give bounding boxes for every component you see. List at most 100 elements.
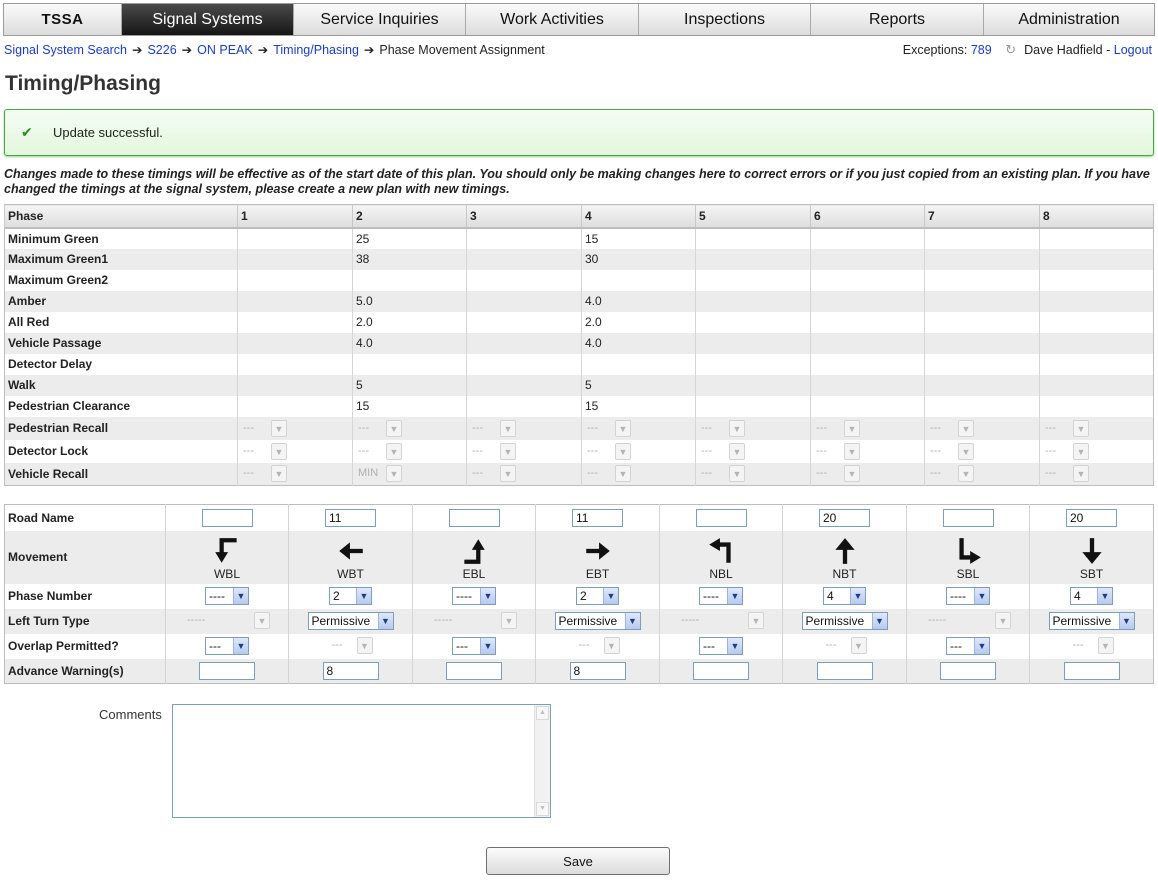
logout-link[interactable]: Logout [1114,43,1152,57]
breadcrumb-on-peak[interactable]: ON PEAK [197,43,253,57]
left-turn-type-select[interactable]: Permissive ▼ [554,612,641,630]
left-turn-type-cell: ----- ▼ [165,608,289,634]
left-turn-type-select-disabled-value: ----- [928,614,947,626]
nav-tab-inspections[interactable]: Inspections [638,4,810,35]
breadcrumb-s226[interactable]: S226 [147,43,176,57]
breadcrumb-timing-phasing[interactable]: Timing/Phasing [273,43,359,57]
overlap-permitted-select[interactable]: --- ▼ [205,637,249,655]
movement-code: SBL [956,566,980,581]
overlap-permitted-select-value: --- [456,639,468,653]
timing-row-label: Vehicle Recall [4,462,238,486]
timing-row-label: Detector Lock [8,444,89,458]
left-turn-type-cell: ----- ▼ [906,608,1030,634]
left-turn-type-cell: ----- ▼ [659,608,783,634]
nav-tab-reports[interactable]: Reports [810,4,983,35]
overlap-permitted-row: Overlap Permitted? --- ▼ --- ▼ --- ▼ --- ▼ --- ▼ --… [5,633,1154,659]
road-name-input[interactable]: 20 [819,508,870,527]
advance-warning-input[interactable] [693,661,749,680]
movement-cell: NBL [659,530,783,584]
road-name-input[interactable] [448,508,500,527]
movement-cell: EBT [535,530,660,584]
phase-number-select[interactable]: 2 ▼ [329,587,372,605]
road-name-input[interactable] [942,508,994,527]
left-turn-type-select-disabled-value: ----- [681,614,700,626]
comments-scrollbar[interactable]: ▲ ▼ [534,705,550,817]
phase-number-select[interactable]: 4 ▼ [1070,587,1113,605]
nav-tab-service-inquiries[interactable]: Service Inquiries [293,4,465,35]
advance-warning-input[interactable] [816,661,873,680]
overlap-permitted-select-disabled: --- ▼ [1070,637,1114,655]
timing-value [466,353,582,375]
overlap-permitted-select[interactable]: --- ▼ [946,637,990,655]
timing-value [237,353,353,375]
advance-warning-input[interactable] [1063,661,1120,680]
advance-warning-input[interactable] [446,661,502,680]
scroll-up-icon[interactable]: ▲ [536,706,549,720]
road-name-input[interactable] [201,508,253,527]
exceptions-label: Exceptions: [902,43,968,57]
breadcrumb-arrow-icon: ➔ [131,43,143,57]
success-message: ✔ Update successful. [4,109,1154,156]
chevron-down-icon: ▼ [729,442,745,460]
road-name-input[interactable]: 11 [572,508,623,527]
timing-value: 4.0 [352,332,467,354]
timing-value [924,374,1040,396]
comments-label: Comments [99,707,162,722]
movement-label: Movement [4,530,166,584]
timing-value [237,311,353,333]
left-turn-type-select[interactable]: Permissive ▼ [1048,612,1135,630]
overlap-permitted-select[interactable]: --- ▼ [452,637,496,655]
road-name-input[interactable] [695,508,747,527]
phase-number-cell: ---- ▼ [165,583,289,609]
nav-tab-signal-systems[interactable]: Signal Systems [121,4,293,35]
breadcrumb-signal-system-search[interactable]: Signal System Search [4,43,127,57]
road-name-input[interactable]: 20 [1066,508,1117,527]
refresh-icon[interactable]: ↻ [1005,42,1016,58]
chevron-down-icon: ▼ [603,588,618,604]
nav-tab-work-activities[interactable]: Work Activities [465,4,638,35]
left-turn-type-cell: Permissive ▼ [782,608,907,634]
timing-value [237,395,353,417]
phase-number-select[interactable]: 2 ▼ [576,587,619,605]
left-turn-type-select[interactable]: Permissive ▼ [801,612,888,630]
timing-value [237,374,353,396]
comments-textarea[interactable]: ▲ ▼ [172,704,551,818]
user-name: Dave Hadfield [1024,43,1103,57]
timing-value [237,332,353,354]
disabled-select: --- ▼ [699,442,745,460]
advance-warning-cell: 8 [288,658,413,684]
phase-number-select[interactable]: ---- ▼ [946,587,990,605]
timing-value [810,227,925,249]
phase-number-select[interactable]: ---- ▼ [205,587,249,605]
timing-value [466,332,582,354]
save-button[interactable]: Save [486,847,670,875]
scroll-down-icon[interactable]: ▼ [536,802,549,816]
overlap-permitted-cell: --- ▼ [782,633,907,659]
timing-select-cell: --- ▼ [1039,462,1154,486]
phase-number-select[interactable]: ---- ▼ [699,587,743,605]
overlap-permitted-select-disabled: --- ▼ [823,637,867,655]
chevron-down-icon: ▼ [233,638,248,654]
phase-number-select-value: ---- [950,589,966,603]
timing-select-cell: --- ▼ [237,439,353,463]
advance-warning-input[interactable] [199,661,255,680]
disabled-select: --- ▼ [470,442,516,460]
timing-value: 15 [581,395,696,417]
phase-number-select[interactable]: ---- ▼ [452,587,496,605]
timing-row: Vehicle Passage 4.0 4.0 [4,332,1154,354]
timing-value: 25 [352,227,467,249]
road-name-input[interactable]: 11 [325,508,376,527]
phase-number-select[interactable]: 4 ▼ [823,587,866,605]
overlap-permitted-select[interactable]: --- ▼ [699,637,743,655]
advance-warning-input[interactable]: 8 [569,661,626,680]
disabled-select: --- ▼ [585,442,631,460]
chevron-down-icon: ▼ [1097,588,1112,604]
exceptions-count-link[interactable]: 789 [971,43,992,57]
movement-code: WBT [337,566,364,581]
nav-tab-administration[interactable]: Administration [983,4,1154,35]
left-turn-type-select[interactable]: Permissive ▼ [307,612,394,630]
nav-brand[interactable]: TSSA [4,4,121,35]
advance-warning-input[interactable] [940,661,996,680]
phase-header-1: 1 [237,204,353,229]
advance-warning-input[interactable]: 8 [322,661,379,680]
